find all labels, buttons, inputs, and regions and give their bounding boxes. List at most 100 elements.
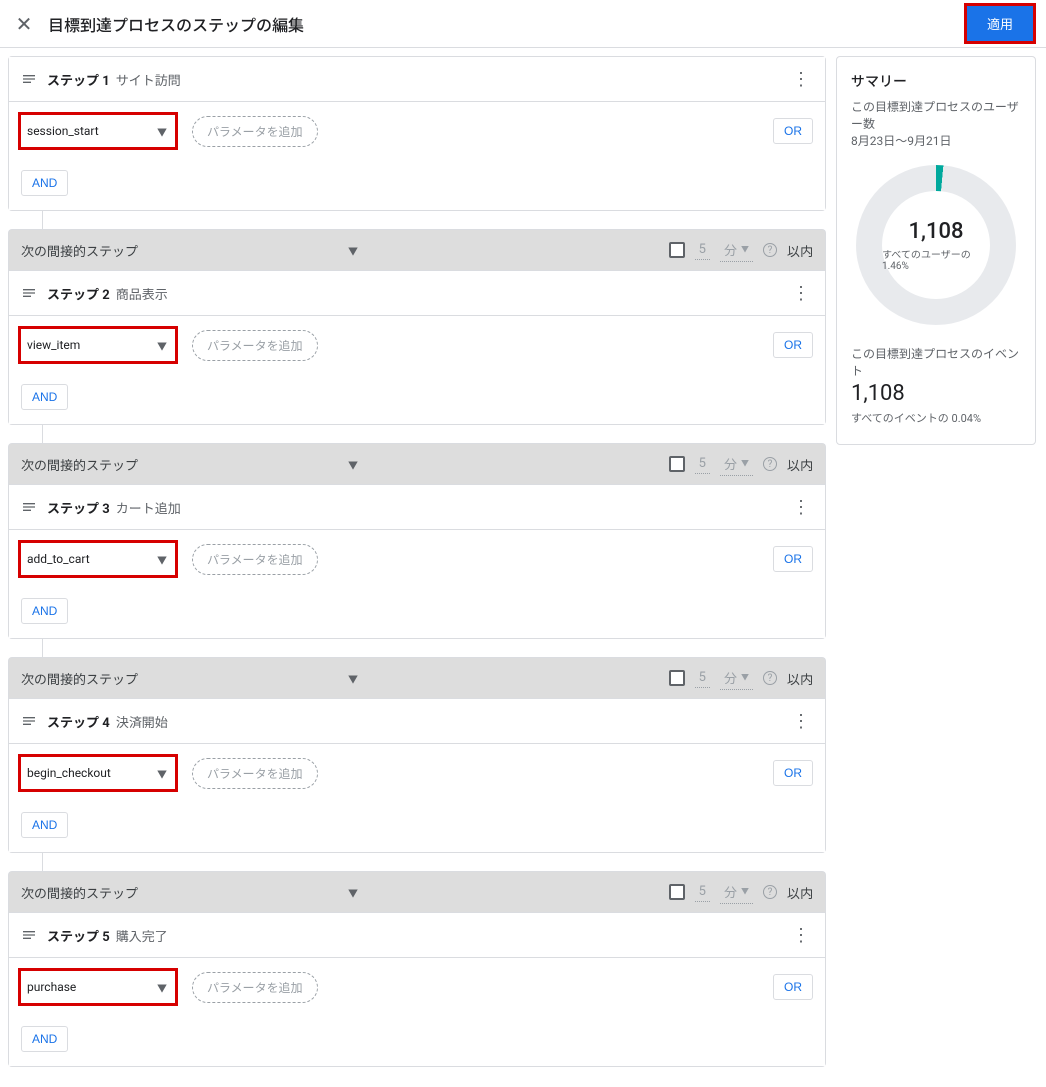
indirect-step-bar: 次の間接的ステップ ▼ 5 分 ▼ ? 以内 xyxy=(8,657,826,698)
add-parameter-chip[interactable]: パラメータを追加 xyxy=(192,330,318,361)
summary-users-value: 1,108 xyxy=(909,219,964,244)
time-unit-dropdown[interactable]: 分 ▼ xyxy=(720,452,753,476)
chevron-down-icon: ▼ xyxy=(157,552,167,567)
event-dropdown[interactable]: begin_checkout ▼ xyxy=(21,757,175,789)
chevron-down-icon: ▼ xyxy=(348,457,358,472)
event-value: add_to_cart xyxy=(27,552,90,566)
event-dropdown[interactable]: session_start ▼ xyxy=(21,115,175,147)
help-icon[interactable]: ? xyxy=(763,885,777,899)
time-unit-dropdown[interactable]: 分 ▼ xyxy=(720,880,753,904)
and-button[interactable]: AND xyxy=(21,1026,68,1052)
step-name: 商品表示 xyxy=(116,284,168,303)
and-button[interactable]: AND xyxy=(21,812,68,838)
indirect-step-dropdown[interactable]: 次の間接的ステップ ▼ xyxy=(21,241,358,260)
time-unit-dropdown[interactable]: 分 ▼ xyxy=(720,666,753,690)
summary-events-value: 1,108 xyxy=(851,381,1021,406)
event-highlight: begin_checkout ▼ xyxy=(18,754,178,792)
summary-users-label: この目標到達プロセスのユーザー数 xyxy=(851,99,1021,133)
summary-date-range: 8月23日～9月21日 xyxy=(851,133,1021,150)
indirect-step-dropdown[interactable]: 次の間接的ステップ ▼ xyxy=(21,883,358,902)
connector-line xyxy=(42,211,43,229)
help-icon[interactable]: ? xyxy=(763,457,777,471)
add-parameter-chip[interactable]: パラメータを追加 xyxy=(192,116,318,147)
close-icon[interactable]: ✕ xyxy=(8,8,40,40)
indirect-step-dropdown[interactable]: 次の間接的ステップ ▼ xyxy=(21,455,358,474)
step-index: ステップ 5 xyxy=(47,926,110,945)
apply-button[interactable]: 適用 xyxy=(967,6,1033,41)
or-button[interactable]: OR xyxy=(773,974,813,1000)
and-button[interactable]: AND xyxy=(21,170,68,196)
time-value[interactable]: 5 xyxy=(695,882,710,902)
chevron-down-icon: ▼ xyxy=(741,244,749,255)
condition-row: session_start ▼ パラメータを追加 OR xyxy=(9,102,825,160)
indirect-step-dropdown[interactable]: 次の間接的ステップ ▼ xyxy=(21,669,358,688)
time-limit-checkbox[interactable] xyxy=(669,456,685,472)
step-header: ステップ 3 カート追加 ⋮ xyxy=(9,485,825,530)
and-button[interactable]: AND xyxy=(21,598,68,624)
add-parameter-chip[interactable]: パラメータを追加 xyxy=(192,758,318,789)
within-label: 以内 xyxy=(787,455,813,474)
help-icon[interactable]: ? xyxy=(763,671,777,685)
more-icon[interactable]: ⋮ xyxy=(789,923,813,947)
indirect-step-bar: 次の間接的ステップ ▼ 5 分 ▼ ? 以内 xyxy=(8,229,826,270)
chevron-down-icon: ▼ xyxy=(348,885,358,900)
summary-users-pct: すべてのユーザーの 1.46% xyxy=(882,246,990,272)
step-header: ステップ 4 決済開始 ⋮ xyxy=(9,699,825,744)
drag-icon[interactable] xyxy=(21,713,37,729)
drag-icon[interactable] xyxy=(21,927,37,943)
event-highlight: add_to_cart ▼ xyxy=(18,540,178,578)
or-button[interactable]: OR xyxy=(773,332,813,358)
indirect-label: 次の間接的ステップ xyxy=(21,669,138,688)
within-label: 以内 xyxy=(787,883,813,902)
summary-panel: サマリー この目標到達プロセスのユーザー数 8月23日～9月21日 1,108 … xyxy=(836,56,1036,445)
time-limit-checkbox[interactable] xyxy=(669,884,685,900)
chevron-down-icon: ▼ xyxy=(741,458,749,469)
summary-title: サマリー xyxy=(851,71,1021,91)
drag-icon[interactable] xyxy=(21,71,37,87)
drag-icon[interactable] xyxy=(21,499,37,515)
chevron-down-icon: ▼ xyxy=(157,124,167,139)
time-value[interactable]: 5 xyxy=(695,240,710,260)
and-button[interactable]: AND xyxy=(21,384,68,410)
time-limit-checkbox[interactable] xyxy=(669,242,685,258)
time-limit-checkbox[interactable] xyxy=(669,670,685,686)
condition-row: add_to_cart ▼ パラメータを追加 OR xyxy=(9,530,825,588)
step-name: 決済開始 xyxy=(116,712,168,731)
help-icon[interactable]: ? xyxy=(763,243,777,257)
time-value[interactable]: 5 xyxy=(695,454,710,474)
or-button[interactable]: OR xyxy=(773,118,813,144)
add-parameter-chip[interactable]: パラメータを追加 xyxy=(192,544,318,575)
event-value: view_item xyxy=(27,338,80,352)
step-index: ステップ 3 xyxy=(47,498,110,517)
condition-row: begin_checkout ▼ パラメータを追加 OR xyxy=(9,744,825,802)
chevron-down-icon: ▼ xyxy=(157,980,167,995)
time-value[interactable]: 5 xyxy=(695,668,710,688)
or-button[interactable]: OR xyxy=(773,546,813,572)
chevron-down-icon: ▼ xyxy=(741,886,749,897)
event-dropdown[interactable]: add_to_cart ▼ xyxy=(21,543,175,575)
step-header: ステップ 5 購入完了 ⋮ xyxy=(9,913,825,958)
chevron-down-icon: ▼ xyxy=(348,243,358,258)
event-highlight: session_start ▼ xyxy=(18,112,178,150)
page-title: 目標到達プロセスのステップの編集 xyxy=(48,12,304,36)
more-icon[interactable]: ⋮ xyxy=(789,281,813,305)
step-index: ステップ 2 xyxy=(47,284,110,303)
event-dropdown[interactable]: purchase ▼ xyxy=(21,971,175,1003)
time-unit-dropdown[interactable]: 分 ▼ xyxy=(720,238,753,262)
step-card: ステップ 2 商品表示 ⋮ view_item ▼ パラメータを追加 OR AN… xyxy=(8,270,826,425)
step-name: サイト訪問 xyxy=(116,70,181,89)
more-icon[interactable]: ⋮ xyxy=(789,709,813,733)
event-value: session_start xyxy=(27,124,99,138)
drag-icon[interactable] xyxy=(21,285,37,301)
step-card: ステップ 5 購入完了 ⋮ purchase ▼ パラメータを追加 OR AND xyxy=(8,912,826,1067)
event-value: begin_checkout xyxy=(27,766,111,780)
more-icon[interactable]: ⋮ xyxy=(789,67,813,91)
summary-events-pct: すべてのイベントの 0.04% xyxy=(851,410,1021,426)
event-dropdown[interactable]: view_item ▼ xyxy=(21,329,175,361)
more-icon[interactable]: ⋮ xyxy=(789,495,813,519)
chevron-down-icon: ▼ xyxy=(157,338,167,353)
apply-highlight: 適用 xyxy=(964,3,1036,44)
or-button[interactable]: OR xyxy=(773,760,813,786)
chevron-down-icon: ▼ xyxy=(741,672,749,683)
add-parameter-chip[interactable]: パラメータを追加 xyxy=(192,972,318,1003)
